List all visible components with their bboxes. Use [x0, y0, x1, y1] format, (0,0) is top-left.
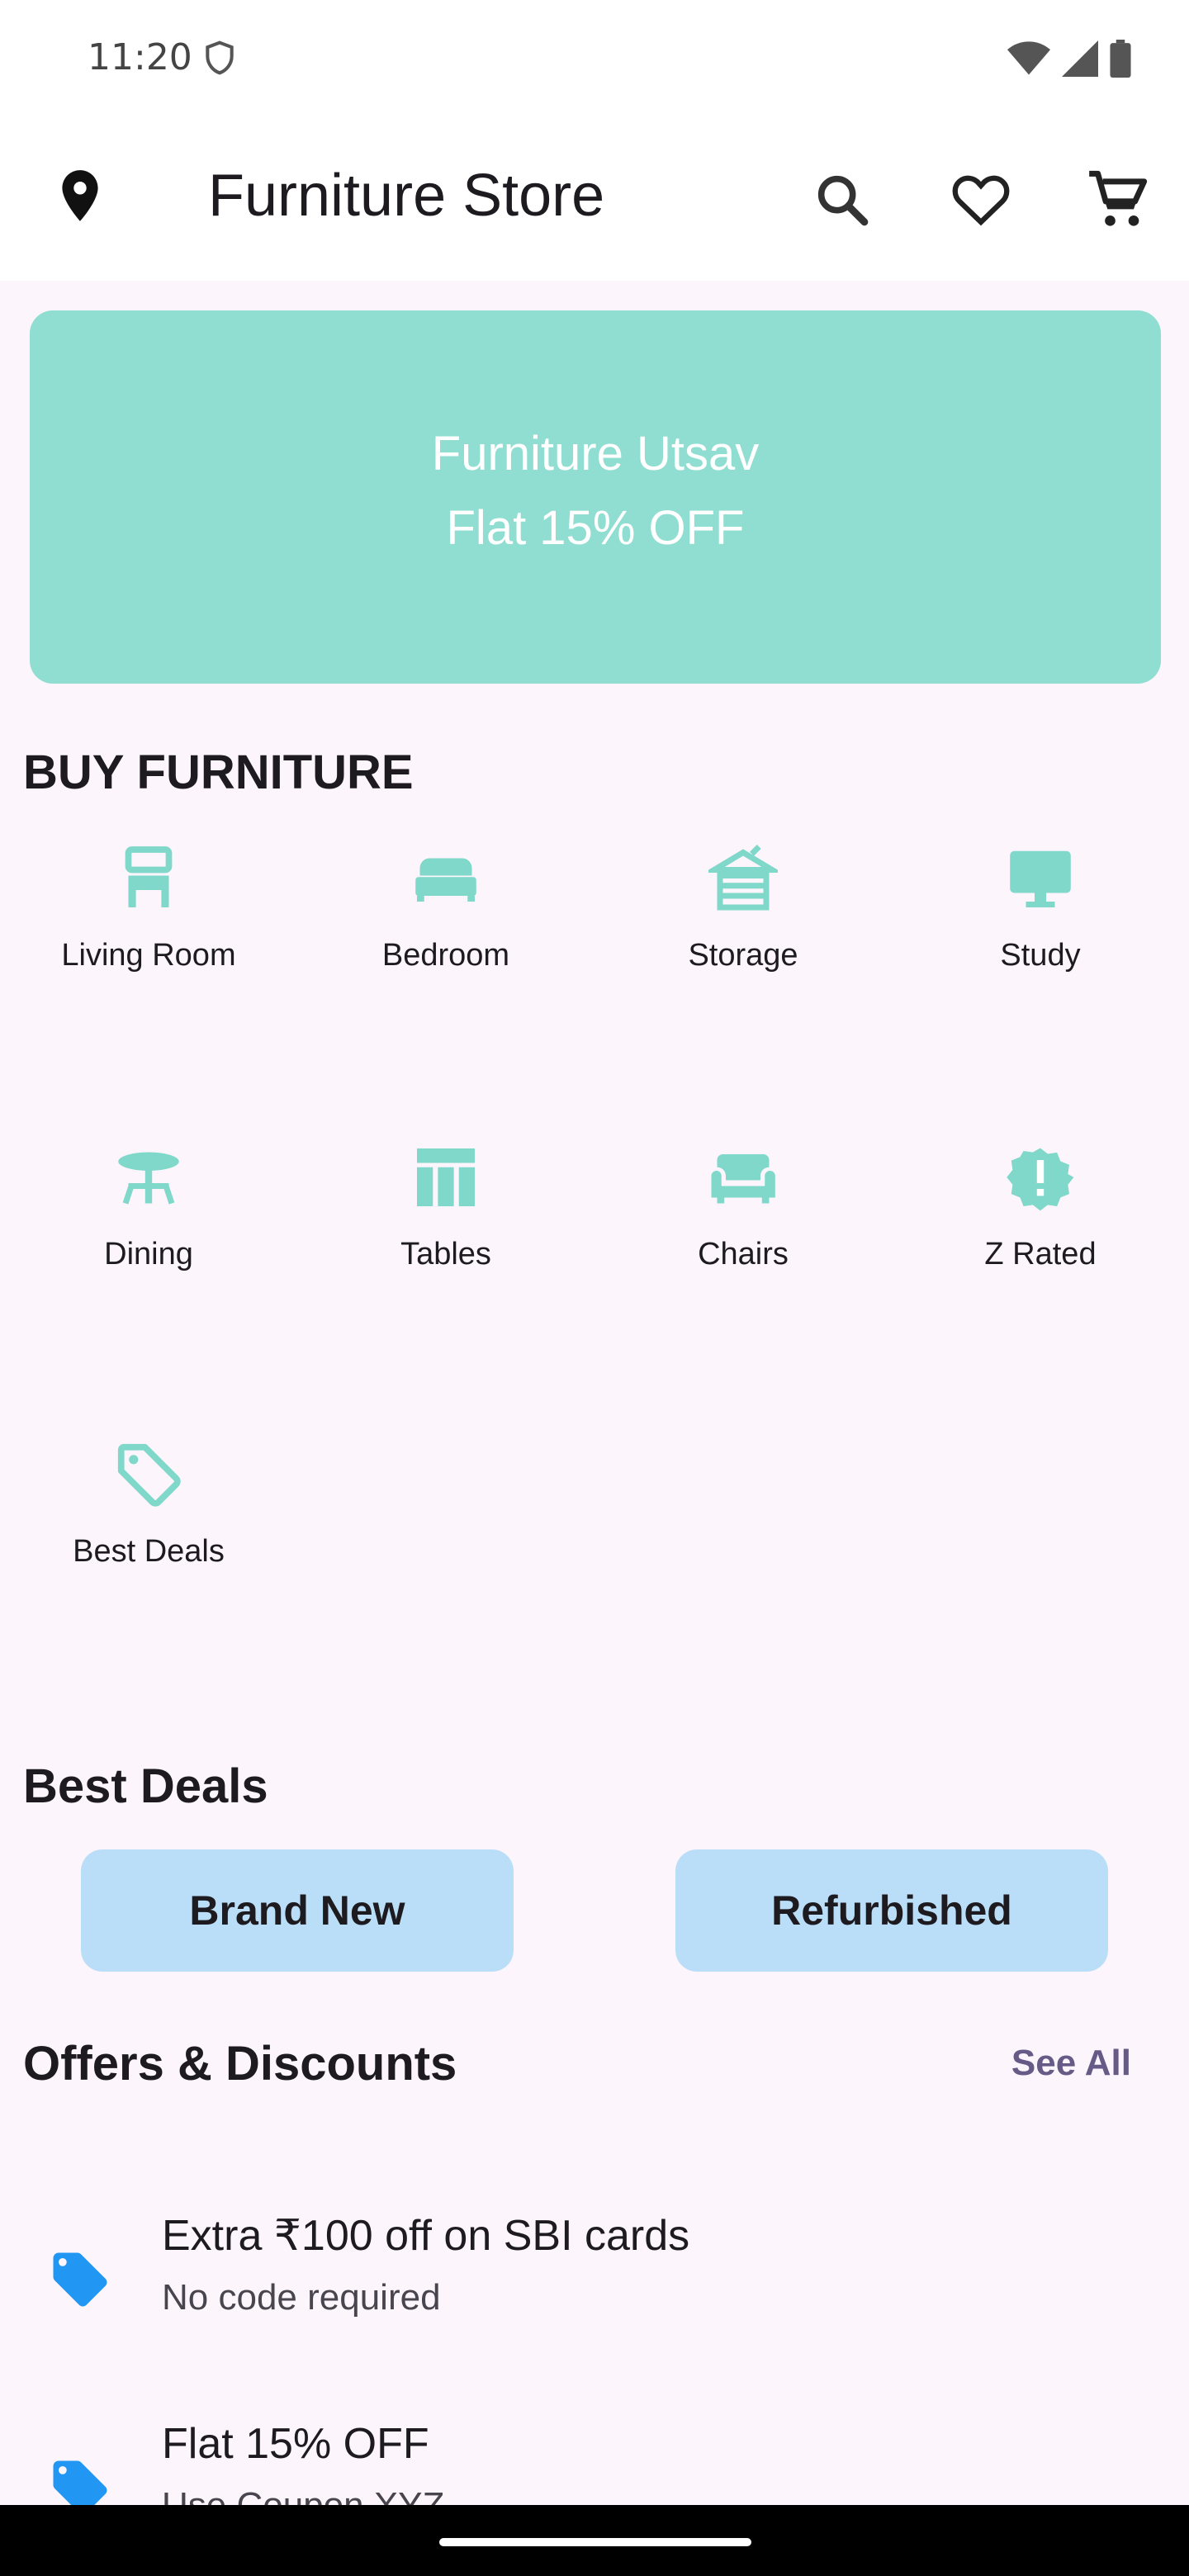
category-label: Z Rated [984, 1237, 1097, 1271]
signal-icon [1062, 40, 1098, 81]
category-tables[interactable]: Tables [297, 1143, 594, 1341]
offer-title: Extra ₹100 off on SBI cards [162, 2212, 690, 2260]
category-chairs[interactable]: Chairs [594, 1143, 892, 1341]
alert-badge-icon [1006, 1143, 1075, 1212]
wifi-icon [1007, 40, 1050, 81]
brand-new-button[interactable]: Brand New [81, 1849, 514, 1972]
category-storage[interactable]: Storage [594, 844, 892, 1042]
navigation-bar [0, 2505, 1189, 2576]
bed-icon [411, 844, 481, 913]
status-time: 11:20 [88, 36, 192, 78]
offer-subtitle: No code required [162, 2277, 441, 2318]
section-title-buy-furniture: BUY FURNITURE [23, 746, 414, 799]
see-all-link[interactable]: See All [1011, 2043, 1131, 2084]
category-bedroom[interactable]: Bedroom [297, 844, 594, 1042]
banner-title: Furniture Utsav [431, 427, 760, 481]
category-best-deals[interactable]: Best Deals [0, 1440, 297, 1638]
offer-title: Flat 15% OFF [162, 2420, 429, 2468]
tag-icon [48, 2247, 112, 2316]
table-icon [411, 1143, 481, 1212]
cart-icon[interactable] [1085, 168, 1151, 235]
category-living-room[interactable]: Living Room [0, 844, 297, 1042]
dining-table-icon [114, 1143, 183, 1212]
category-label: Study [1000, 938, 1081, 973]
category-z-rated[interactable]: Z Rated [892, 1143, 1189, 1341]
promo-banner[interactable]: Furniture Utsav Flat 15% OFF [30, 310, 1161, 684]
location-pin-icon[interactable] [50, 165, 111, 230]
app-bar: Furniture Store [0, 116, 1189, 281]
category-label: Best Deals [73, 1534, 225, 1569]
category-label: Dining [104, 1237, 193, 1271]
armchair-icon [708, 1143, 778, 1212]
price-tag-icon [114, 1440, 183, 1509]
section-title-offers: Offers & Discounts [23, 2037, 457, 2091]
status-bar: 11:20 [0, 0, 1189, 116]
shield-icon [201, 38, 238, 82]
category-dining[interactable]: Dining [0, 1143, 297, 1341]
search-icon[interactable] [811, 168, 874, 235]
banner-subtitle: Flat 15% OFF [446, 501, 745, 555]
living-room-icon [114, 844, 183, 913]
category-label: Living Room [61, 938, 236, 973]
page-title: Furniture Store [208, 163, 605, 229]
offer-item[interactable]: Extra ₹100 off on SBI cards No code requ… [0, 2180, 1189, 2370]
refurbished-button[interactable]: Refurbished [675, 1849, 1108, 1972]
category-label: Storage [688, 938, 798, 973]
storage-icon [703, 844, 783, 913]
category-label: Chairs [698, 1237, 789, 1271]
category-study[interactable]: Study [892, 844, 1189, 1042]
battery-icon [1110, 40, 1131, 82]
section-title-best-deals: Best Deals [23, 1759, 268, 1813]
category-label: Bedroom [381, 938, 510, 973]
desktop-icon [1006, 844, 1075, 913]
heart-icon[interactable] [948, 168, 1014, 235]
home-gesture-handle[interactable] [439, 2538, 751, 2546]
status-icons [1007, 40, 1131, 82]
category-label: Tables [400, 1237, 491, 1271]
